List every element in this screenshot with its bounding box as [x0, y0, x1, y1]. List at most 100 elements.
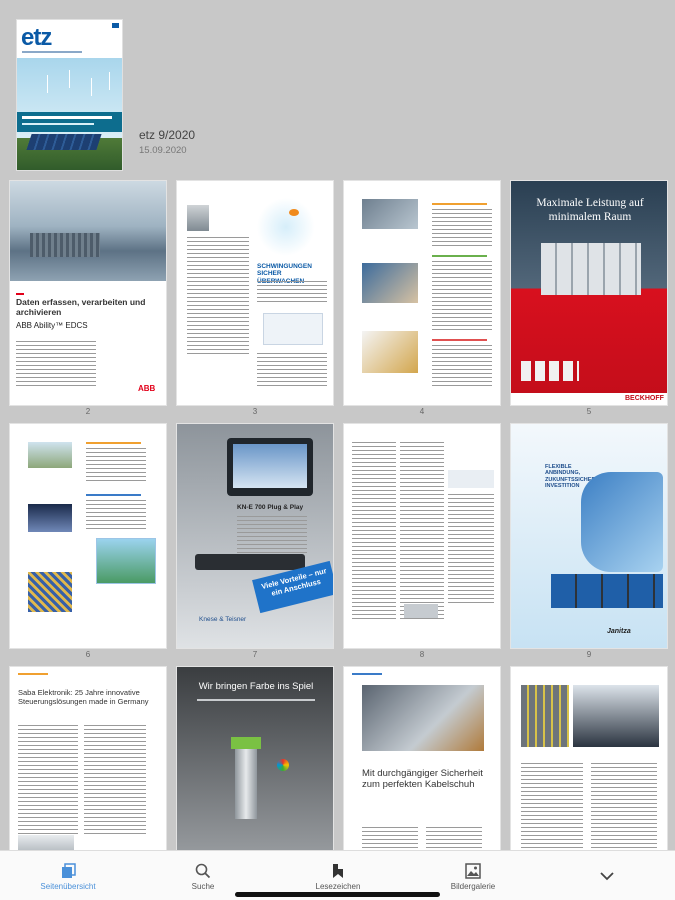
- beckhoff-logo: BECKHOFF: [625, 395, 664, 402]
- chevron-down-icon: [600, 872, 614, 881]
- issue-header: etz etz 9/2020 15.09.2020: [0, 0, 675, 178]
- page-headline: Daten erfassen, verarbeiten und archivie…: [16, 297, 146, 317]
- server-photo: [28, 504, 72, 532]
- section-bar: [432, 203, 487, 205]
- body-text: [16, 341, 96, 389]
- logo-box: [448, 470, 494, 488]
- robot-arm-photo: [581, 472, 663, 572]
- device-photo: [263, 313, 323, 345]
- sensor-cap: [231, 737, 261, 749]
- tab-label: Bildergalerie: [450, 882, 496, 891]
- page-number: 5: [586, 407, 592, 416]
- body-text: [448, 494, 494, 604]
- body-text: [352, 442, 396, 622]
- toc-text: [432, 345, 492, 389]
- section-bar: [352, 673, 382, 675]
- issue-date: 15.09.2020: [139, 145, 187, 156]
- cover-subtitle-line: [22, 51, 82, 53]
- page-headline: Saba Elektronik: 25 Jahre innovative Ste…: [18, 688, 149, 706]
- tab-label: Suche: [191, 882, 215, 891]
- body-text: [237, 516, 307, 556]
- page-number: 8: [419, 650, 425, 659]
- device-row-photo: [551, 574, 663, 608]
- cable-lug-photo: [362, 685, 484, 751]
- section-bar: [18, 673, 48, 675]
- sensor-photo: [235, 749, 257, 819]
- page-number: 6: [85, 650, 91, 659]
- toc-text: [432, 261, 492, 331]
- cover-badge: [112, 23, 119, 28]
- portrait-photo: [187, 205, 209, 231]
- page-thumbnail[interactable]: [343, 180, 501, 406]
- page-subline: ABB Ability™ EDCS: [16, 321, 88, 330]
- section-bar: [86, 494, 141, 496]
- connector-photo: [195, 554, 305, 570]
- tab-label: Seitenübersicht: [40, 882, 96, 891]
- building-photo: [28, 442, 72, 468]
- solar-panels: [26, 134, 102, 150]
- janitza-logo: Janitza: [607, 628, 631, 635]
- worker-photo: [362, 331, 418, 373]
- home-indicator: [235, 892, 440, 897]
- page-number: 7: [252, 650, 258, 659]
- bookmark-icon: [333, 864, 343, 878]
- body-text: [257, 353, 327, 389]
- city-skyline-photo: [10, 181, 166, 281]
- page-headline: Maximale Leistung auf minimalem Raum: [536, 197, 644, 223]
- toc-text: [86, 448, 146, 484]
- body-text: [18, 725, 78, 835]
- page-number: 2: [85, 407, 91, 416]
- gallery-icon: [465, 863, 481, 879]
- page-thumbnail[interactable]: Daten erfassen, verarbeiten und archivie…: [9, 180, 167, 406]
- page-number: 4: [419, 407, 425, 416]
- body-text: [257, 281, 327, 305]
- body-text: [187, 237, 249, 357]
- page-number: 9: [586, 650, 592, 659]
- accent-line: [16, 293, 24, 295]
- wind-turbine-icon: [69, 70, 70, 88]
- section-bar: [432, 255, 487, 257]
- body-text: [400, 442, 444, 622]
- equipment-photo: [362, 199, 418, 229]
- pages-icon: [62, 863, 76, 878]
- cover-logo: etz: [21, 24, 52, 51]
- solar-ad-photo: [96, 538, 156, 584]
- wind-turbine-icon: [47, 75, 48, 93]
- toc-text: [86, 500, 146, 530]
- product-photo: [404, 604, 438, 618]
- cover-banner: [17, 112, 122, 132]
- product-row: [521, 361, 579, 381]
- wind-turbine-icon: [91, 78, 92, 96]
- body-text: [84, 725, 146, 835]
- page-thumbnail[interactable]: [343, 423, 501, 649]
- page-headline: Wir bringen Farbe ins Spiel: [198, 681, 314, 692]
- collapse-button[interactable]: [557, 851, 657, 900]
- section-bar: [86, 442, 141, 444]
- search-icon: [195, 863, 211, 879]
- tab-page-overview[interactable]: Seitenübersicht: [18, 851, 118, 900]
- page-thumbnail[interactable]: SCHWINGUNGEN SICHER ÜBERWACHEN: [176, 180, 334, 406]
- issue-cover-thumbnail[interactable]: etz: [16, 19, 123, 171]
- page-thumbnail[interactable]: Maximale Leistung auf minimalem Raum BEC…: [510, 180, 668, 406]
- people-photo: [573, 685, 659, 747]
- tablet-photo: [362, 263, 418, 303]
- subline-bar: [197, 699, 315, 701]
- color-wheel-icon: [277, 759, 289, 771]
- abb-logo: ABB: [138, 384, 156, 393]
- toc-text: [432, 209, 492, 249]
- page-headline: Mit durchgängiger Sicherheit zum perfekt…: [362, 768, 483, 790]
- goldfish-icon: [289, 209, 299, 216]
- cabinet-photo: [521, 685, 569, 747]
- page-thumbnail[interactable]: KN-E 700 Plug & Play Viele Vorteile – nu…: [176, 423, 334, 649]
- page-thumbnail[interactable]: FLEXIBLE ANBINDUNG, ZUKUNFTSSICHERE INVE…: [510, 423, 668, 649]
- wind-turbine-icon: [109, 72, 110, 90]
- section-bar: [432, 339, 487, 341]
- page-thumbnail[interactable]: [9, 423, 167, 649]
- pc-hardware-photo: [541, 243, 641, 295]
- product-name: KN-E 700 Plug & Play: [237, 504, 304, 511]
- fishbowl-photo: [257, 197, 329, 257]
- page-number: 3: [252, 407, 258, 416]
- issue-title: etz 9/2020: [139, 128, 196, 142]
- city-buildings: [30, 233, 100, 257]
- tab-label: Lesezeichen: [315, 882, 361, 891]
